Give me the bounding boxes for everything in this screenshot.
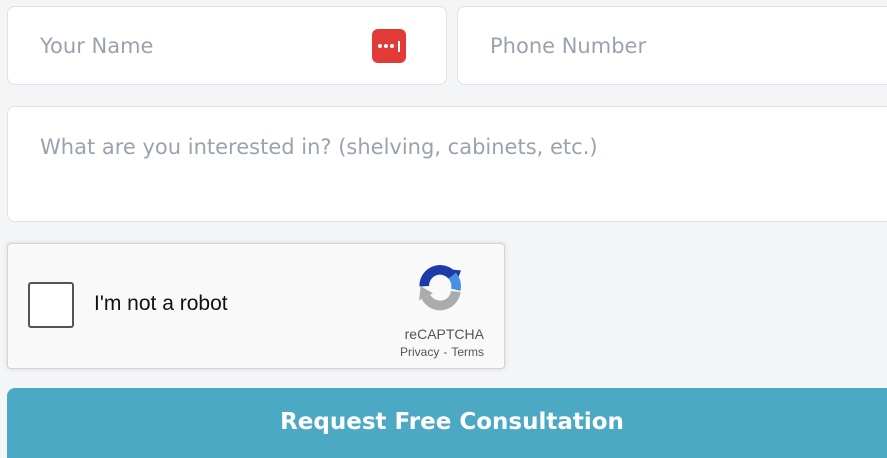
recaptcha-link-separator: - xyxy=(443,345,448,359)
recaptcha-links: Privacy - Terms xyxy=(400,345,484,359)
recaptcha-checkbox[interactable] xyxy=(28,282,74,328)
interest-textarea[interactable] xyxy=(7,106,887,222)
recaptcha-logo-icon xyxy=(419,265,461,311)
recaptcha-terms-link[interactable]: Terms xyxy=(451,345,484,359)
recaptcha-privacy-link[interactable]: Privacy xyxy=(400,345,439,359)
recaptcha-label: I'm not a robot xyxy=(94,292,228,315)
phone-number-input[interactable] xyxy=(457,6,887,85)
password-manager-icon[interactable] xyxy=(372,29,406,63)
recaptcha-widget: I'm not a robot reCAPTCHA Privacy - Term… xyxy=(7,243,505,369)
recaptcha-brand: reCAPTCHA xyxy=(404,326,484,342)
request-consultation-button[interactable]: Request Free Consultation xyxy=(7,388,887,458)
